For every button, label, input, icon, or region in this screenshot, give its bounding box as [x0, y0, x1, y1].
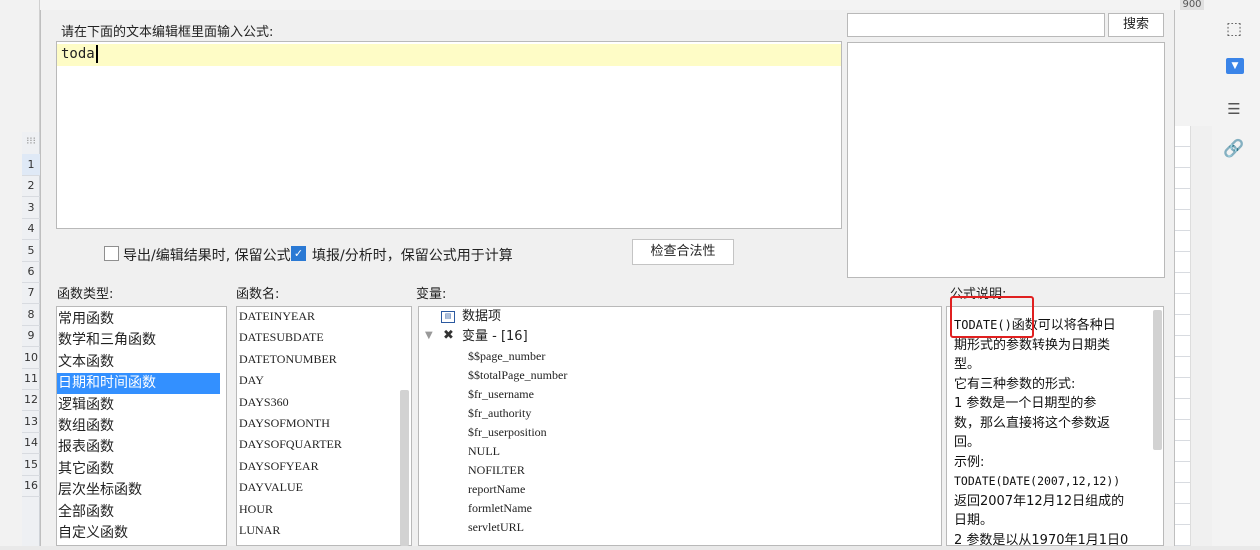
row-number[interactable]: 15 [22, 454, 40, 476]
row-number[interactable]: 6 [22, 261, 40, 283]
description-line: TODATE(DATE(2007,12,12)) [954, 472, 1146, 492]
sheet-corner[interactable]: ⁝⁝⁝ [22, 132, 40, 154]
variable-item[interactable]: servletURL [468, 518, 524, 537]
widget-icon[interactable]: ▼ [1226, 58, 1244, 74]
ruler-value: 900 [1180, 0, 1204, 10]
prompt-label: 请在下面的文本编辑框里面输入公式: [61, 21, 273, 40]
description-scrollbar[interactable] [1153, 310, 1162, 450]
tree-item-data[interactable]: 数据项 [462, 307, 501, 326]
function-name-item[interactable]: DAYVALUE [239, 477, 303, 498]
description-line: 返回2007年12月12日组成的 [954, 492, 1146, 512]
row-number[interactable]: 3 [22, 197, 40, 219]
function-type-item[interactable]: 日期和时间函数 [57, 373, 220, 394]
function-types-label: 函数类型: [57, 283, 113, 302]
function-name-item[interactable]: DAYSOFYEAR [239, 456, 319, 477]
variable-item[interactable]: $fr_authority [468, 404, 531, 423]
description-line: 日期。 [954, 511, 1146, 531]
function-name-item[interactable]: LUNAR [239, 520, 280, 541]
data-item-icon: ▤ [441, 311, 455, 323]
editor-current-line [57, 44, 841, 66]
function-name-item[interactable]: DAY [239, 370, 264, 391]
variable-item[interactable]: formletName [468, 499, 532, 518]
text-caret [96, 45, 98, 63]
variables-label: 变量: [416, 283, 446, 302]
row-number[interactable]: 2 [22, 175, 40, 197]
description-line: 型。 [954, 355, 1146, 375]
tree-item-variables[interactable]: 变量 - [16] [462, 327, 528, 346]
chevron-down-icon[interactable]: ▼ [425, 330, 433, 341]
row-number[interactable]: 9 [22, 325, 40, 347]
crop-icon[interactable]: ⬚ [1222, 17, 1246, 41]
row-number[interactable]: 8 [22, 304, 40, 326]
function-type-item[interactable]: 常用函数 [57, 309, 220, 330]
export-keep-formula-checkbox[interactable] [104, 246, 119, 261]
function-name-item[interactable]: DATEINYEAR [239, 306, 315, 327]
validate-button[interactable]: 检查合法性 [632, 239, 734, 265]
function-name-item[interactable]: HOUR [239, 499, 273, 520]
formula-editor[interactable] [56, 41, 842, 229]
row-number[interactable]: 10 [22, 347, 40, 369]
variable-item[interactable]: NULL [468, 442, 500, 461]
highlight-annotation [950, 296, 1034, 338]
function-name-item[interactable]: DAYSOFMONTH [239, 413, 330, 434]
row-number[interactable]: 5 [22, 240, 40, 262]
description-line: 期形式的参数转换为日期类 [954, 336, 1146, 356]
function-type-item[interactable]: 报表函数 [57, 437, 220, 458]
formula-description: TODATE()函数可以将各种日 期形式的参数转换为日期类型。它有三种参数的形式… [954, 316, 1146, 550]
link-icon[interactable]: 🔗 [1222, 137, 1246, 161]
variable-icon: ✖ [443, 328, 454, 343]
function-type-item[interactable]: 逻辑函数 [57, 395, 220, 416]
row-number[interactable]: 1 [22, 154, 40, 176]
description-line: 1 参数是一个日期型的参 [954, 394, 1146, 414]
row-number[interactable]: 12 [22, 389, 40, 411]
formula-text[interactable]: toda [61, 45, 95, 63]
description-line: 示例: [954, 453, 1146, 473]
row-number[interactable]: 14 [22, 432, 40, 454]
description-line: 回。 [954, 433, 1146, 453]
variable-item[interactable]: $$page_number [468, 347, 545, 366]
sheet-scrollbar[interactable] [1190, 126, 1212, 546]
layout-icon[interactable]: ☰ [1222, 97, 1246, 121]
function-type-item[interactable]: 数学和三角函数 [57, 330, 220, 351]
function-name-item[interactable]: DAYSOFQUARTER [239, 434, 342, 455]
fill-keep-formula-checkbox[interactable]: ✓ [291, 246, 306, 261]
description-line: 它有三种参数的形式: [954, 375, 1146, 395]
function-name-item[interactable]: DATESUBDATE [239, 327, 324, 348]
export-keep-formula-label: 导出/编辑结果时, 保留公式 [123, 245, 291, 265]
row-number[interactable]: 16 [22, 475, 40, 497]
function-name-item[interactable]: DATETONUMBER [239, 349, 337, 370]
function-type-item[interactable]: 自定义函数 [57, 523, 220, 544]
description-line: 2 参数是以从1970年1月1日0 [954, 531, 1146, 550]
row-number[interactable]: 7 [22, 282, 40, 304]
function-type-item[interactable]: 全部函数 [57, 502, 220, 523]
variable-item[interactable]: reportName [468, 480, 525, 499]
top-ruler [40, 0, 1260, 10]
row-number[interactable]: 11 [22, 368, 40, 390]
variable-item[interactable]: NOFILTER [468, 461, 525, 480]
description-line: 数，那么直接将这个参数返 [954, 414, 1146, 434]
search-button[interactable]: 搜索 [1108, 13, 1164, 37]
fill-keep-formula-label: 填报/分析时，保留公式用于计算 [312, 245, 513, 265]
function-type-item[interactable]: 其它函数 [57, 459, 220, 480]
function-name-item[interactable]: DAYS360 [239, 392, 289, 413]
function-type-item[interactable]: 文本函数 [57, 352, 220, 373]
function-list-scrollbar[interactable] [400, 390, 409, 546]
variable-item[interactable]: $fr_username [468, 385, 534, 404]
row-number[interactable]: 4 [22, 218, 40, 240]
variable-item[interactable]: $$totalPage_number [468, 366, 567, 385]
function-names-label: 函数名: [236, 283, 279, 302]
row-number[interactable]: 13 [22, 411, 40, 433]
function-type-item[interactable]: 层次坐标函数 [57, 480, 220, 501]
variable-item[interactable]: $fr_userposition [468, 423, 547, 442]
search-results[interactable] [847, 42, 1165, 278]
search-input[interactable] [847, 13, 1105, 37]
function-type-item[interactable]: 数组函数 [57, 416, 220, 437]
